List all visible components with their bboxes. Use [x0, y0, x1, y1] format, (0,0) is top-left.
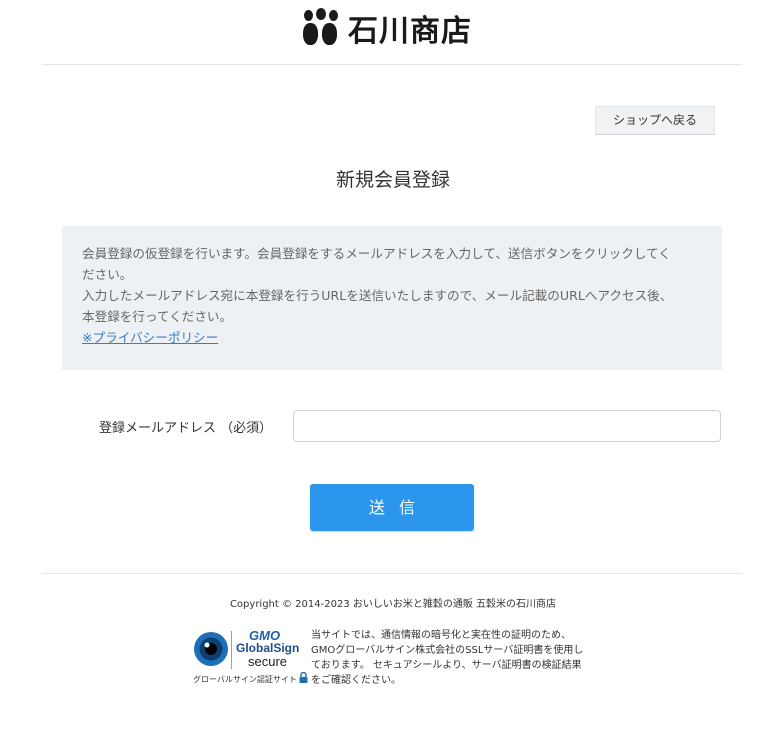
- copyright-text: Copyright © 2014-2023 おいしいお米と雑穀の通販 五穀米の石…: [229, 599, 557, 610]
- page-title: 新規会員登録: [335, 169, 450, 191]
- seal-name: GlobalSign: [236, 641, 300, 655]
- seal-desc-line: ております。 セキュアシールより、サーバ証明書の検証結果: [311, 660, 582, 671]
- lock-icon: [299, 671, 308, 683]
- logo-text: 石川商店: [348, 14, 472, 49]
- footer-divider: [42, 573, 742, 574]
- email-field[interactable]: [293, 410, 721, 442]
- back-to-shop-button[interactable]: ショップへ戻る: [595, 106, 715, 135]
- seal-description: 当サイトでは、通信情報の暗号化と実在性の証明のため、 GMOグローバルサイン株式…: [311, 628, 591, 688]
- submit-button[interactable]: 送信: [310, 484, 474, 531]
- privacy-policy-link[interactable]: ※プライバシーポリシー: [82, 330, 218, 345]
- site-logo[interactable]: 石川商店: [302, 8, 472, 49]
- notice-line: 本登録を行ってください。: [82, 309, 233, 324]
- seal-caption: グローバルサイン認証サイト: [193, 671, 308, 685]
- globalsign-seal[interactable]: GMO GlobalSign secure グローバルサイン認証サイト: [193, 628, 308, 688]
- notice-box: 会員登録の仮登録を行います。会員登録をするメールアドレスを入力して、送信ボタンを…: [62, 226, 722, 370]
- seal-secure: secure: [248, 654, 288, 669]
- seal-desc-line: GMOグローバルサイン株式会社のSSLサーバ証明書を使用し: [311, 645, 584, 656]
- seal-desc-line: 当サイトでは、通信情報の暗号化と実在性の証明のため、: [311, 630, 571, 641]
- seal-desc-line: をご確認ください。: [311, 675, 401, 686]
- notice-line: 会員登録の仮登録を行います。会員登録をするメールアドレスを入力して、送信ボタンを…: [82, 246, 671, 261]
- header-divider: [42, 64, 742, 65]
- email-label: 登録メールアドレス （必須）: [99, 421, 273, 436]
- seal-caption-text: グローバルサイン認証サイト: [193, 675, 297, 684]
- site-header: 石川商店: [0, 0, 762, 64]
- notice-line: ださい。: [82, 267, 133, 282]
- paw-logo-icon: [302, 8, 340, 46]
- notice-line: 入力したメールアドレス宛に本登録を行うURLを送信いたしますので、メール記載のU…: [82, 288, 673, 303]
